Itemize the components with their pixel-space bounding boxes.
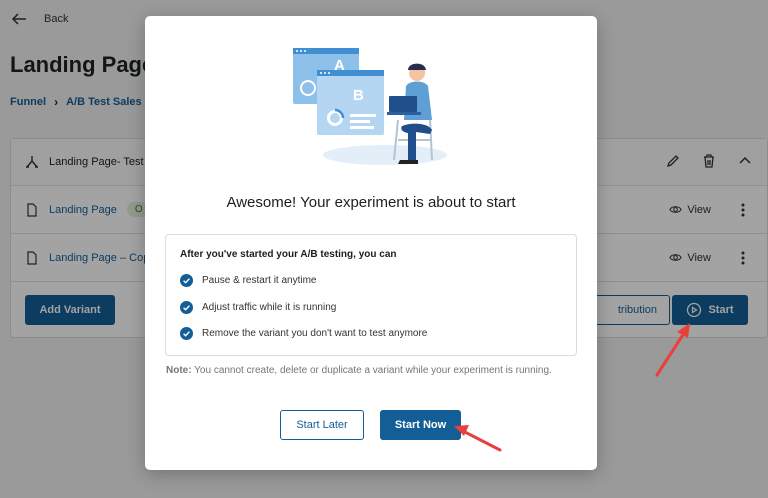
modal-title: Awesome! Your experiment is about to sta… [226,194,516,211]
checklist-item-label: Pause & restart it anytime [202,275,317,286]
checklist-item-label: Remove the variant you don't want to tes… [202,328,428,339]
checklist-item-label: Adjust traffic while it is running [202,302,337,313]
start-later-button[interactable]: Start Later [280,410,364,440]
variant-b-letter: B [353,87,364,104]
info-heading: After you've started your A/B testing, y… [180,249,397,260]
check-circle-icon [180,327,193,340]
checklist-item: Adjust traffic while it is running [180,301,336,314]
start-experiment-modal: A B Awesome! Your experiment is about to… [145,16,597,470]
note-text: Note: You cannot create, delete or dupli… [166,364,576,377]
checklist-item: Pause & restart it anytime [180,274,317,287]
check-circle-icon [180,301,193,314]
ab-testing-illustration: A B [293,48,447,165]
checklist-item: Remove the variant you don't want to tes… [180,327,427,340]
start-now-button[interactable]: Start Now [380,410,461,440]
check-circle-icon [180,274,193,287]
info-box: After you've started your A/B testing, y… [165,234,577,356]
note-body: You cannot create, delete or duplicate a… [191,365,552,376]
note-label: Note: [166,365,192,376]
